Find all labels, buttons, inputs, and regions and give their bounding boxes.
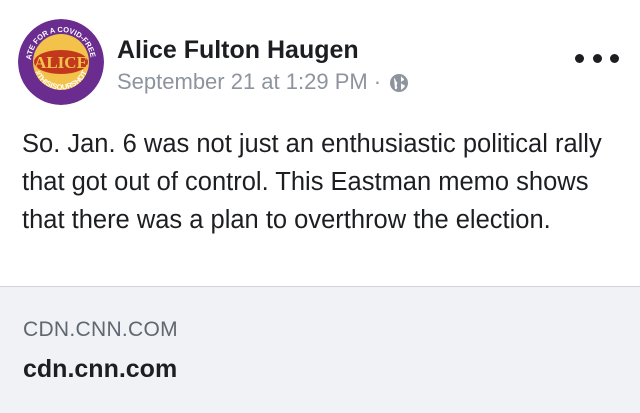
more-options-icon[interactable] xyxy=(575,48,619,68)
facebook-post: VACCINATE FOR A COVID-FREE WORLD ALICE #… xyxy=(0,0,640,413)
more-dot xyxy=(575,53,584,63)
avatar-badge-image: VACCINATE FOR A COVID-FREE WORLD ALICE #… xyxy=(18,19,104,105)
link-preview[interactable]: CDN.CNN.COM cdn.cnn.com xyxy=(0,286,640,413)
post-header: VACCINATE FOR A COVID-FREE WORLD ALICE #… xyxy=(0,0,640,110)
globe-icon[interactable] xyxy=(389,72,409,92)
avatar-center-text: ALICE xyxy=(34,53,88,72)
post-text: So. Jan. 6 was not just an enthusiastic … xyxy=(22,130,602,234)
link-title[interactable]: cdn.cnn.com xyxy=(23,353,177,385)
more-dot xyxy=(610,53,619,63)
author-name[interactable]: Alice Fulton Haugen xyxy=(117,35,359,65)
meta-separator: · xyxy=(373,69,382,94)
more-dot xyxy=(592,53,602,63)
avatar[interactable]: VACCINATE FOR A COVID-FREE WORLD ALICE #… xyxy=(18,19,104,105)
post-timestamp[interactable]: September 21 at 1:29 PM xyxy=(117,68,368,96)
link-domain: CDN.CNN.COM xyxy=(23,318,178,341)
post-meta: September 21 at 1:29 PM · xyxy=(117,68,409,96)
